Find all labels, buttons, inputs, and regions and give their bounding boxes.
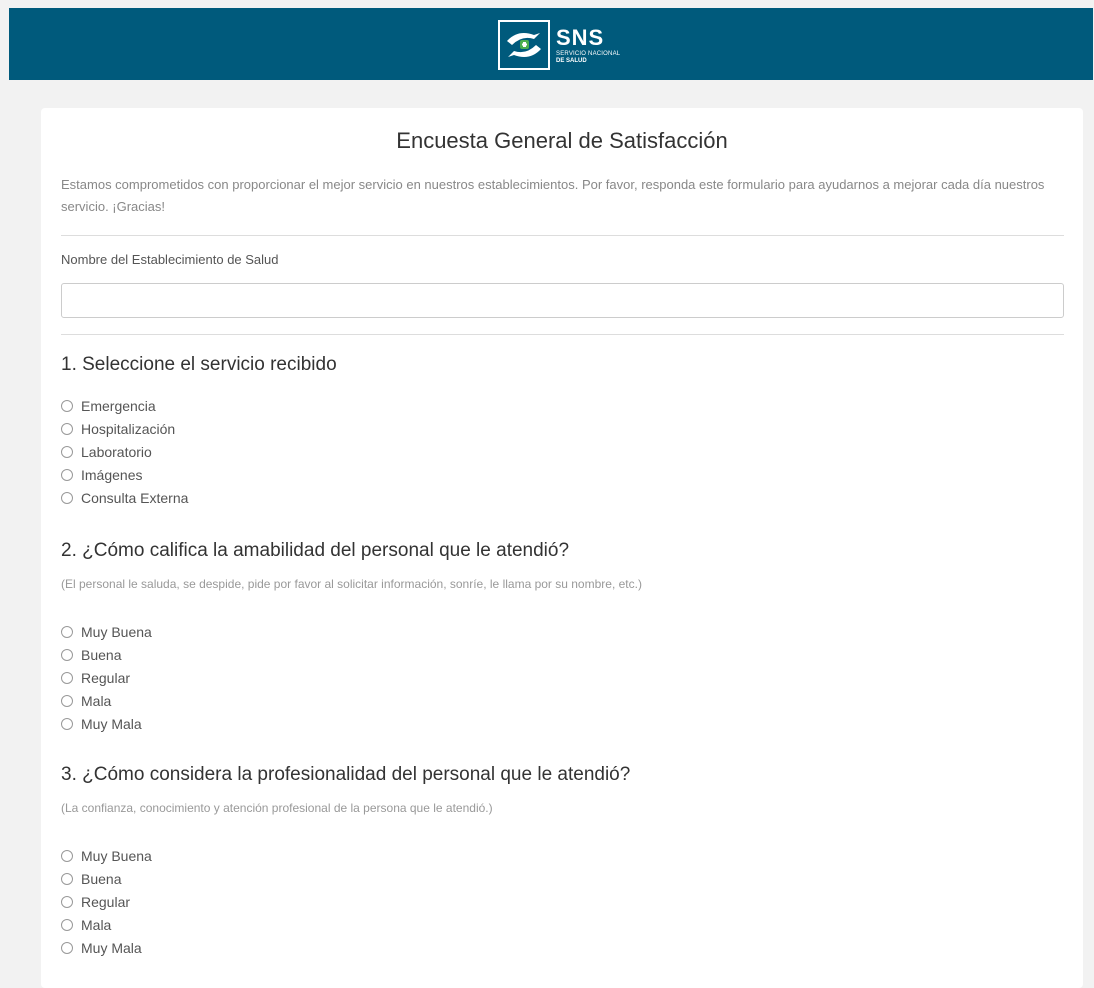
radio-button[interactable] xyxy=(61,468,73,481)
option-label: Regular xyxy=(81,669,131,686)
radio-button[interactable] xyxy=(61,895,73,908)
logo-title: SNS xyxy=(556,24,605,50)
question-2-hint: (El personal le saluda, se despide, pide… xyxy=(61,577,642,591)
radio-button[interactable] xyxy=(61,648,73,661)
option-consulta-externa[interactable]: Consulta Externa xyxy=(61,486,188,509)
question-1-options: Emergencia Hospitalización Laboratorio I… xyxy=(61,394,188,509)
radio-button[interactable] xyxy=(61,399,73,412)
option-regular[interactable]: Regular xyxy=(61,890,152,913)
option-imagenes[interactable]: Imágenes xyxy=(61,463,188,486)
option-label: Consulta Externa xyxy=(81,489,189,506)
radio-button[interactable] xyxy=(61,625,73,638)
logo-subtitle: SERVICIO NACIONAL xyxy=(556,50,621,57)
question-2-options: Muy Buena Buena Regular Mala Muy Mala xyxy=(61,620,152,735)
question-3-options: Muy Buena Buena Regular Mala Muy Mala xyxy=(61,844,152,959)
radio-button[interactable] xyxy=(61,445,73,458)
option-label: Muy Mala xyxy=(81,715,142,732)
option-label: Mala xyxy=(81,692,112,709)
radio-button[interactable] xyxy=(61,694,73,707)
option-regular[interactable]: Regular xyxy=(61,666,152,689)
form-intro: Estamos comprometidos con proporcionar e… xyxy=(61,177,1045,214)
option-muy-mala[interactable]: Muy Mala xyxy=(61,936,152,959)
radio-button[interactable] xyxy=(61,918,73,931)
option-muy-buena[interactable]: Muy Buena xyxy=(61,620,152,643)
option-hospitalizacion[interactable]: Hospitalización xyxy=(61,417,188,440)
radio-button[interactable] xyxy=(61,717,73,730)
radio-button[interactable] xyxy=(61,671,73,684)
establishment-input[interactable] xyxy=(61,283,1064,318)
establishment-label: Nombre del Establecimiento de Salud xyxy=(61,252,279,267)
option-label: Imágenes xyxy=(81,466,143,483)
radio-button[interactable] xyxy=(61,422,73,435)
option-mala[interactable]: Mala xyxy=(61,913,152,936)
option-label: Emergencia xyxy=(81,397,156,414)
option-label: Muy Buena xyxy=(81,847,152,864)
logo-subtitle-2: DE SALUD xyxy=(556,57,587,64)
option-label: Muy Mala xyxy=(81,939,142,956)
option-mala[interactable]: Mala xyxy=(61,689,152,712)
option-muy-mala[interactable]: Muy Mala xyxy=(61,712,152,735)
form-title: Encuesta General de Satisfacción xyxy=(396,128,728,153)
radio-button[interactable] xyxy=(61,849,73,862)
radio-button[interactable] xyxy=(61,941,73,954)
option-muy-buena[interactable]: Muy Buena xyxy=(61,844,152,867)
option-buena[interactable]: Buena xyxy=(61,643,152,666)
option-label: Buena xyxy=(81,870,122,887)
sns-emblem-icon xyxy=(498,20,550,70)
question-1-title: 1. Seleccione el servicio recibido xyxy=(61,354,337,375)
survey-card: Encuesta General de Satisfacción Estamos… xyxy=(41,108,1083,988)
question-2-title: 2. ¿Cómo califica la amabilidad del pers… xyxy=(61,540,570,561)
option-label: Muy Buena xyxy=(81,623,152,640)
radio-button[interactable] xyxy=(61,872,73,885)
option-label: Hospitalización xyxy=(81,420,176,437)
option-buena[interactable]: Buena xyxy=(61,867,152,890)
question-3-hint: (La confianza, conocimiento y atención p… xyxy=(61,801,493,815)
divider xyxy=(61,334,1064,335)
radio-button[interactable] xyxy=(61,491,73,504)
option-label: Buena xyxy=(81,646,122,663)
option-label: Regular xyxy=(81,893,131,910)
question-3-title: 3. ¿Cómo considera la profesionalidad de… xyxy=(61,764,631,785)
option-label: Mala xyxy=(81,916,112,933)
divider xyxy=(61,235,1064,236)
option-label: Laboratorio xyxy=(81,443,152,460)
option-laboratorio[interactable]: Laboratorio xyxy=(61,440,188,463)
option-emergencia[interactable]: Emergencia xyxy=(61,394,188,417)
header-bar: SNS SERVICIO NACIONAL DE SALUD xyxy=(9,8,1093,80)
sns-logo: SNS SERVICIO NACIONAL DE SALUD xyxy=(498,20,620,70)
